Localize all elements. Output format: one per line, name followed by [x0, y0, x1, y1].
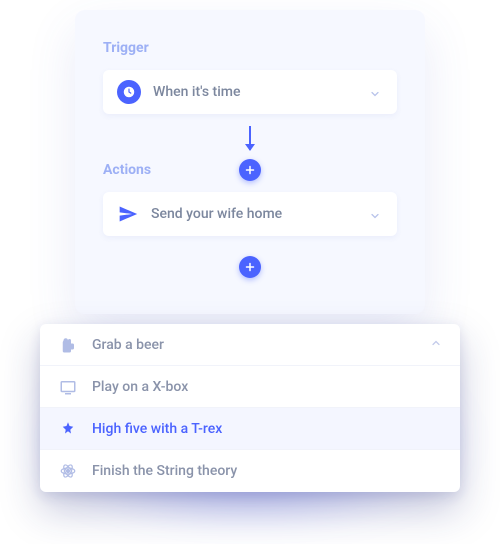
add-action-below-button[interactable]	[239, 256, 261, 278]
action-select-label: Send your wife home	[151, 206, 357, 222]
dropdown-item-string-theory[interactable]: Finish the String theory	[40, 450, 460, 492]
connector-arrow	[103, 114, 397, 162]
clock-icon	[117, 80, 141, 104]
beer-icon	[58, 335, 78, 355]
trigger-select-label: When it's time	[153, 84, 357, 100]
action-dropdown: Grab a beer Play on a X-box High five wi…	[40, 324, 460, 492]
actions-section-label: Actions	[103, 162, 151, 178]
dropdown-item-beer[interactable]: Grab a beer	[40, 324, 460, 366]
dropdown-item-label: Finish the String theory	[92, 463, 442, 479]
chevron-down-icon	[369, 207, 383, 221]
chevron-down-icon	[369, 85, 383, 99]
dropdown-item-trex[interactable]: High five with a T-rex	[40, 408, 460, 450]
tv-icon	[58, 377, 78, 397]
dropdown-item-xbox[interactable]: Play on a X-box	[40, 366, 460, 408]
send-icon	[117, 203, 139, 225]
chevron-up-icon[interactable]	[430, 337, 442, 353]
dropdown-item-label: Play on a X-box	[92, 379, 442, 395]
trigger-section-label: Trigger	[103, 40, 397, 56]
dropdown-item-label: High five with a T-rex	[92, 421, 442, 437]
arrow-down-icon	[249, 126, 251, 150]
atom-icon	[58, 461, 78, 481]
add-action-button[interactable]	[239, 159, 261, 181]
dropdown-item-label: Grab a beer	[92, 337, 416, 353]
workflow-card: Trigger When it's time Actions Send your…	[75, 10, 425, 314]
action-select[interactable]: Send your wife home	[103, 192, 397, 236]
footprint-icon	[58, 419, 78, 439]
trigger-select[interactable]: When it's time	[103, 70, 397, 114]
